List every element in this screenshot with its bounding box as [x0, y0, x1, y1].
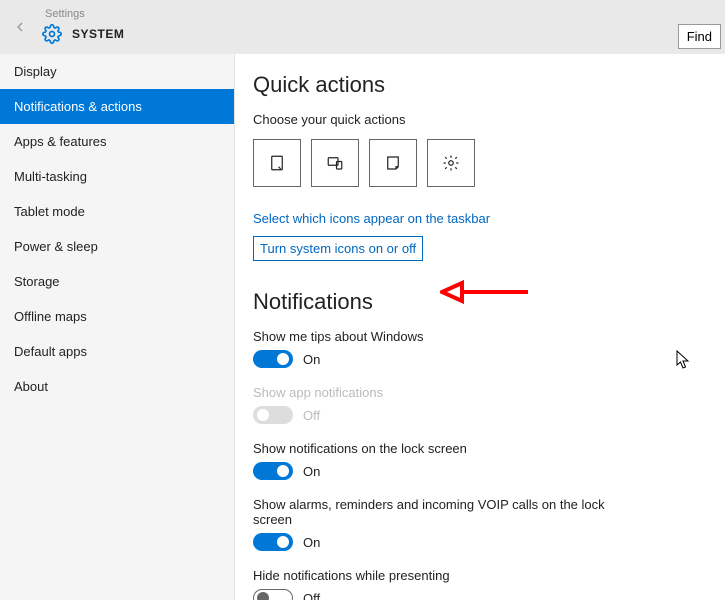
gear-icon [42, 24, 62, 44]
link-taskbar-icons[interactable]: Select which icons appear on the taskbar [253, 211, 490, 226]
page-title: SYSTEM [72, 27, 124, 41]
toggle-lock[interactable]: On [253, 462, 320, 480]
sidebar-item-about[interactable]: About [0, 369, 234, 404]
opt-appnotif-label: Show app notifications [253, 385, 633, 400]
toggle-alarms-state: On [303, 535, 320, 550]
toggle-hide-state: Off [303, 591, 320, 600]
toggle-appnotif: Off [253, 406, 320, 424]
title-bar: Settings SYSTEM Find [0, 0, 725, 54]
opt-hide-label: Hide notifications while presenting [253, 568, 633, 583]
sidebar-item-display[interactable]: Display [0, 54, 234, 89]
sidebar-item-tablet-mode[interactable]: Tablet mode [0, 194, 234, 229]
sidebar-item-storage[interactable]: Storage [0, 264, 234, 299]
toggle-appnotif-state: Off [303, 408, 320, 423]
breadcrumb: Settings [45, 8, 85, 20]
opt-tips-label: Show me tips about Windows [253, 329, 633, 344]
qa-tile-settings[interactable] [427, 139, 475, 187]
qa-tile-tablet[interactable] [253, 139, 301, 187]
notifications-heading: Notifications [253, 289, 725, 315]
find-button[interactable]: Find [678, 24, 721, 49]
toggle-lock-state: On [303, 464, 320, 479]
sidebar-item-notifications-actions[interactable]: Notifications & actions [0, 89, 234, 124]
toggle-tips-state: On [303, 352, 320, 367]
sidebar-item-apps-features[interactable]: Apps & features [0, 124, 234, 159]
content-panel: Quick actions Choose your quick actions … [235, 54, 725, 600]
toggle-hide[interactable]: Off [253, 589, 320, 600]
quick-actions-subhead: Choose your quick actions [253, 112, 725, 127]
qa-tile-connect[interactable] [311, 139, 359, 187]
sidebar-item-power-sleep[interactable]: Power & sleep [0, 229, 234, 264]
opt-alarms-label: Show alarms, reminders and incoming VOIP… [253, 497, 633, 527]
sidebar-item-default-apps[interactable]: Default apps [0, 334, 234, 369]
opt-lock-label: Show notifications on the lock screen [253, 441, 633, 456]
sidebar-item-offline-maps[interactable]: Offline maps [0, 299, 234, 334]
sidebar-item-multi-tasking[interactable]: Multi-tasking [0, 159, 234, 194]
back-arrow-icon[interactable] [10, 17, 30, 37]
quick-actions-heading: Quick actions [253, 72, 725, 98]
sidebar: DisplayNotifications & actionsApps & fea… [0, 54, 235, 600]
toggle-tips[interactable]: On [253, 350, 320, 368]
link-system-icons[interactable]: Turn system icons on or off [253, 236, 423, 261]
quick-action-tiles [253, 139, 725, 187]
toggle-alarms[interactable]: On [253, 533, 320, 551]
qa-tile-note[interactable] [369, 139, 417, 187]
